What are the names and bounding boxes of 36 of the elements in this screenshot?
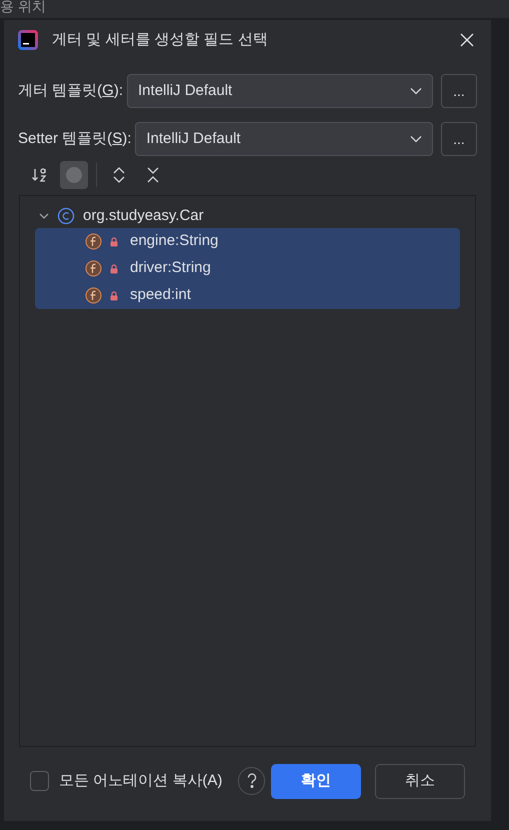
lock-icon bbox=[110, 236, 118, 246]
help-button[interactable] bbox=[238, 767, 265, 795]
template-dropdown[interactable]: IntelliJ Default bbox=[135, 122, 433, 156]
class-icon bbox=[57, 207, 75, 225]
field-row[interactable]: engine:String bbox=[35, 228, 460, 255]
more-button[interactable]: ... bbox=[441, 74, 477, 108]
field-label: engine:String bbox=[130, 231, 218, 252]
more-button[interactable]: ... bbox=[441, 122, 477, 156]
template-label: Setter 템플릿(S): bbox=[18, 128, 132, 149]
lock-icon bbox=[110, 290, 118, 300]
collapse-icon bbox=[146, 166, 160, 184]
checkbox[interactable] bbox=[30, 771, 50, 791]
help-icon bbox=[246, 773, 257, 789]
field-label: driver:String bbox=[130, 258, 211, 278]
lock-icon bbox=[110, 264, 118, 274]
sort-icon bbox=[31, 166, 49, 184]
chevron-icon[interactable] bbox=[39, 211, 49, 221]
field-icon bbox=[85, 233, 102, 250]
dialog-button[interactable]: 확인 bbox=[271, 764, 361, 798]
chevron-down-icon bbox=[410, 135, 422, 143]
dialog-title: 게터 및 세터를 생성할 필드 선택 bbox=[52, 30, 269, 50]
template-dropdown[interactable]: IntelliJ Default bbox=[127, 74, 433, 108]
checkbox-label: 모든 어노테이션 복사(A) bbox=[59, 770, 222, 791]
tree-item[interactable]: org.studyeasy.Car bbox=[83, 204, 204, 228]
expand-icon bbox=[112, 166, 126, 184]
app-logo-icon bbox=[18, 30, 38, 50]
field-icon bbox=[85, 260, 102, 277]
dialog-button[interactable]: 취소 bbox=[375, 764, 465, 798]
field-row[interactable]: speed:int bbox=[35, 282, 460, 309]
background-text: 용 위치 bbox=[0, 0, 47, 15]
field-icon bbox=[85, 287, 102, 304]
close-icon bbox=[459, 32, 475, 48]
template-label: 게터 템플릿(G): bbox=[18, 80, 124, 101]
field-label: speed:int bbox=[130, 285, 191, 306]
field-row[interactable]: driver:String bbox=[35, 255, 460, 282]
chevron-down-icon bbox=[410, 87, 422, 95]
